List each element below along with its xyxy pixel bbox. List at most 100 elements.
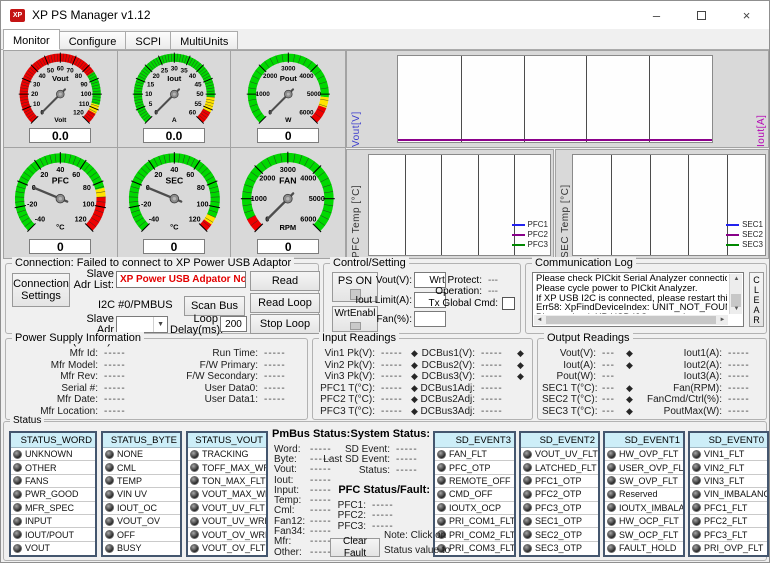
status-table-header: STATUS_WORD	[11, 433, 95, 448]
status-flag-label: TON_MAX_FLT	[202, 476, 266, 486]
scroll-down-icon[interactable]: ▼	[731, 304, 742, 314]
status-led-icon	[523, 517, 532, 526]
status-flag-label: PFC_OTP	[449, 463, 491, 473]
reading-row: Iout2(A):-----	[636, 360, 764, 372]
chart-gridline	[649, 56, 650, 142]
reading-row: Serial #:-----	[12, 383, 144, 395]
status-led-icon	[13, 450, 22, 459]
legend-label: SEC1	[742, 221, 763, 229]
status-led-icon	[190, 490, 199, 499]
reading-value[interactable]: -----	[372, 500, 406, 511]
title-bar: XP XP PS Manager v1.12 – ×	[1, 1, 769, 29]
clear-fault-button[interactable]: Clear Fault	[330, 538, 380, 557]
close-button[interactable]: ×	[724, 1, 769, 29]
communication-log-text: Please check PICkit Serial Analyzer conn…	[536, 274, 727, 314]
system-status-list: SD Event:-----Last SD Event:-----Status:…	[308, 444, 430, 476]
stop-loop-button[interactable]: Stop Loop	[250, 314, 320, 334]
status-flag-label: HW_OVP_FLT	[619, 449, 678, 459]
gauge-pfc-value: 0	[29, 239, 91, 254]
status-led-icon	[692, 463, 701, 472]
scroll-left-icon[interactable]: ◄	[534, 315, 545, 325]
status-flag-label: PFC1_FLT	[704, 503, 747, 513]
reading-row: SEC3 T(°C):---◆	[542, 406, 633, 418]
reading-value[interactable]: -----	[396, 465, 430, 476]
status-row: PRI_COM2_FLT	[435, 528, 514, 541]
legend-line-icon	[512, 234, 525, 236]
tab-multiunits[interactable]: MultiUnits	[170, 31, 238, 49]
maximize-button[interactable]	[679, 1, 724, 29]
scroll-right-icon[interactable]: ►	[717, 315, 728, 325]
reading-value: -----	[481, 406, 517, 417]
chart-pfc-temp: PFC Temp [°C] PFC1PFC2PFC3	[346, 149, 554, 259]
slave-adr-select[interactable]: ▼	[116, 316, 168, 333]
gauge-pfc: -40-20020406080100120PFC°C 0	[4, 148, 118, 258]
slave-adr-list-field[interactable]: XP Power USB Adpator Not Found	[116, 271, 246, 288]
tab-monitor[interactable]: Monitor	[3, 29, 60, 50]
status-table-header: SD_EVENT3	[435, 433, 514, 448]
vertical-scrollbar[interactable]: ▲ ▼	[729, 274, 742, 314]
svg-text:20: 20	[31, 91, 39, 98]
status-row: VIN2_FLT	[690, 461, 767, 474]
fan-field[interactable]	[414, 311, 446, 327]
connection-settings-button[interactable]: Connection Settings	[12, 273, 70, 307]
horizontal-scroll-thumb[interactable]	[546, 316, 716, 324]
horizontal-scrollbar[interactable]: ◄ ►	[534, 315, 728, 325]
gauge-pout: 0100020003000400050006000PoutW 0	[231, 51, 345, 148]
status-row: SW_OVP_FLT	[605, 475, 683, 488]
status-row: IOUTX_IMBALA...	[605, 502, 683, 515]
tab-scpi[interactable]: SCPI	[125, 31, 171, 49]
legend-item: PFC1	[512, 221, 548, 229]
tx-global-cmd-checkbox[interactable]	[502, 297, 515, 310]
status-led-icon	[523, 450, 532, 459]
status-row: VOUT_OV	[103, 515, 180, 528]
read-loop-button[interactable]: Read Loop	[250, 293, 320, 313]
communication-log-box[interactable]: Please check PICkit Serial Analyzer conn…	[532, 272, 744, 327]
status-row: OFF	[103, 528, 180, 541]
status-led-icon	[692, 530, 701, 539]
status-row: INPUT	[11, 515, 95, 528]
status-led-icon	[105, 490, 114, 499]
status-table-header: SD_EVENT1	[605, 433, 683, 448]
svg-text:-40: -40	[35, 215, 45, 223]
svg-text:2000: 2000	[260, 174, 276, 183]
status-led-icon	[437, 463, 446, 472]
operation-label: Operation:	[424, 286, 482, 297]
sd-event2-table: SD_EVENT2VOUT_UV_FLTLATCHED_FLTPFC1_OTPP…	[519, 431, 600, 557]
status-led-icon	[692, 450, 701, 459]
reading-value[interactable]: -----	[372, 510, 406, 521]
read-button[interactable]: Read	[250, 271, 320, 291]
status-flag-label: VOUT_MAX_WRN	[202, 489, 266, 499]
communication-log-group: Communication Log Please check PICkit Se…	[525, 263, 767, 334]
gauge-sec-dial: -40-20020406080100120SEC°C	[118, 148, 231, 239]
sec-temp-plot: SEC1SEC2SEC3	[572, 154, 766, 256]
status-flag-label: BUSY	[117, 543, 142, 553]
reading-value[interactable]: -----	[396, 444, 430, 455]
reading-label: SD Event:	[308, 444, 390, 455]
tab-strip: Monitor Configure SCPI MultiUnits	[1, 29, 769, 50]
reading-value[interactable]: -----	[396, 454, 430, 465]
reading-row: User Data0:-----	[154, 383, 304, 395]
reading-row: Vin3 Pk(V):-----◆	[317, 371, 418, 383]
loop-delay-field[interactable]: 200	[220, 316, 247, 332]
svg-text:1000: 1000	[251, 194, 267, 203]
reading-value: -----	[381, 360, 411, 371]
scroll-up-icon[interactable]: ▲	[731, 274, 742, 284]
status-led-icon	[437, 503, 446, 512]
chart-gridline	[405, 155, 406, 255]
clear-log-button[interactable]: CLEAR	[749, 272, 764, 327]
svg-text:120: 120	[73, 109, 84, 116]
svg-text:120: 120	[188, 215, 200, 223]
tab-configure[interactable]: Configure	[59, 31, 127, 49]
minimize-button[interactable]: –	[634, 1, 679, 29]
status-flag-label: IOUT_OC	[117, 503, 157, 513]
svg-text:20: 20	[152, 73, 160, 80]
status-flag-label: VIN UV	[117, 489, 147, 499]
status-row: HW_OCP_FLT	[605, 515, 683, 528]
status-row: CMD_OFF	[435, 488, 514, 501]
svg-text:5000: 5000	[309, 194, 325, 203]
svg-text:PFC: PFC	[52, 176, 69, 186]
status-row: VOUT_UV_FLT	[188, 502, 266, 515]
reading-row: PFC3 T(°C):-----◆	[317, 406, 418, 418]
svg-text:4000: 4000	[301, 174, 317, 183]
svg-text:5: 5	[148, 101, 152, 108]
